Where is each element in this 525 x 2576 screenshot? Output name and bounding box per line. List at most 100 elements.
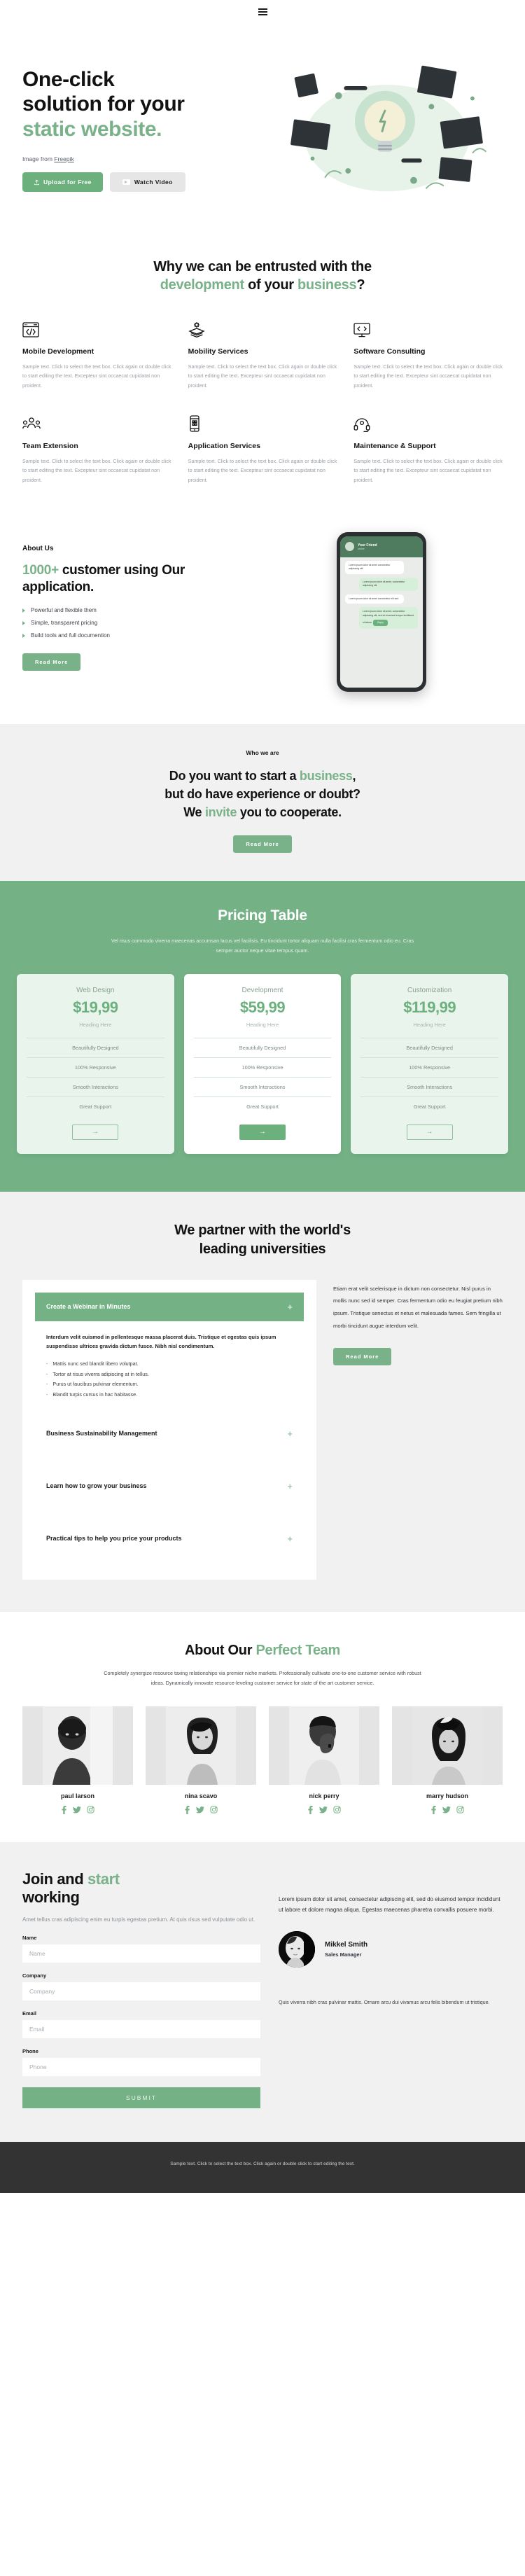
watch-video-button[interactable]: Watch Video — [109, 172, 186, 193]
accordion-header[interactable]: Learn how to grow your business + — [35, 1462, 304, 1510]
pricing-title: Pricing Table — [218, 907, 307, 924]
list-item: Smooth Interactions — [193, 1076, 332, 1096]
feature-body: Sample text. Click to select the text bo… — [22, 363, 172, 389]
feature-card: Maintenance & Support Sample text. Click… — [354, 414, 503, 485]
plan-subheading: Heading Here — [413, 1021, 446, 1028]
list-item: Build tools and full documention — [22, 632, 253, 639]
universities-title: We partner with the world's leading univ… — [22, 1221, 503, 1259]
who-read-more-button[interactable]: Read More — [233, 835, 292, 854]
member-photo — [146, 1706, 256, 1785]
company-input[interactable] — [22, 1982, 260, 2001]
contact-title: Join and start working — [22, 1870, 260, 1907]
contact-form-column: Join and start working Amet tellus cras … — [22, 1870, 260, 2109]
accordion: Create a Webinar in Minutes + Interdum v… — [22, 1279, 316, 1580]
lightbulb-illustration-svg — [290, 65, 487, 192]
features-title: Why we can be entrusted with the develop… — [22, 258, 503, 294]
chat-reply-button[interactable]: Reply — [373, 619, 388, 627]
chat-contact-name: Your Friend — [358, 543, 377, 548]
who-line1-pre: Do you want to start a — [169, 768, 300, 783]
code-window-icon — [22, 319, 172, 337]
team-title-pre: About Our — [185, 1642, 256, 1658]
portrait-photo-woman-2 — [412, 1706, 482, 1785]
accordion-header-open[interactable]: Create a Webinar in Minutes + — [35, 1292, 304, 1321]
facebook-icon[interactable] — [184, 1805, 190, 1814]
team-title-accent: Perfect Team — [255, 1642, 340, 1658]
freepik-link[interactable]: Freepik — [54, 155, 74, 162]
who-line2: but do have experience or doubt? — [164, 786, 360, 801]
field-label: Email — [22, 2010, 37, 2017]
twitter-icon[interactable] — [319, 1806, 328, 1814]
chat-bubble-text: Lorem ipsum dolor sit amet, consectetur … — [363, 610, 414, 624]
instagram-icon[interactable] — [456, 1806, 464, 1814]
contact-info-column: Lorem ipsum dolor sit amet, consectetur … — [279, 1870, 503, 2109]
pricing-section: Pricing Table Vel risus commodo viverra … — [0, 881, 525, 1192]
accordion-header[interactable]: Practical tips to help you price your pr… — [35, 1515, 304, 1563]
list-item-label: Powerful and flexible them — [31, 607, 97, 614]
contact-quote: Lorem ipsum dolor sit amet, consectetur … — [279, 1895, 500, 1914]
upload-for-free-label: Upload for Free — [43, 179, 92, 186]
instagram-icon[interactable] — [87, 1806, 94, 1814]
facebook-icon[interactable] — [307, 1805, 314, 1814]
mobile-app-icon — [188, 414, 337, 432]
about-visual: Your Friend online Lorem ipsum dolor sit… — [260, 531, 503, 692]
feature-body: Sample text. Click to select the text bo… — [188, 457, 337, 483]
about-read-more-button[interactable]: Read More — [22, 653, 81, 671]
member-name: nina scavo — [184, 1792, 218, 1799]
accordion-body: Interdum velit euismod in pellentesque m… — [35, 1321, 304, 1405]
avatar — [279, 1931, 315, 1968]
universities-read-more-button[interactable]: Read More — [333, 1347, 392, 1365]
team-member: nina scavo — [146, 1706, 256, 1814]
layers-gear-icon — [188, 319, 337, 337]
list-item: - Mattis nunc sed blandit libero volutpat… — [46, 1360, 293, 1369]
team-member: paul larson — [22, 1706, 133, 1814]
dash-bullet-icon: - — [46, 1370, 48, 1377]
twitter-icon[interactable] — [73, 1806, 81, 1814]
accordion-header[interactable]: Business Sustainability Management + — [35, 1409, 304, 1458]
field-company: Company — [22, 1972, 260, 2001]
landing-page: One-click solution for your static websi… — [0, 0, 525, 2194]
submit-button[interactable]: SUBMIT — [22, 2087, 260, 2109]
accordion-wrapper: Create a Webinar in Minutes + Interdum v… — [22, 1279, 503, 1580]
feature-title: Maintenance & Support — [354, 441, 436, 450]
features-title-accent1: development — [160, 277, 244, 293]
triangle-bullet-icon — [22, 608, 25, 613]
field-label: Name — [22, 1935, 37, 1942]
plan-cta-button[interactable]: → — [72, 1124, 119, 1140]
pricing-card-featured: Development $59,99 Heading Here Beautifu… — [183, 973, 342, 1154]
field-name: Name — [22, 1935, 260, 1963]
twitter-icon[interactable] — [196, 1806, 204, 1814]
plus-icon[interactable]: + — [287, 1482, 293, 1491]
field-label: Phone — [22, 2048, 38, 2055]
accordion-item: Practical tips to help you price your pr… — [35, 1515, 304, 1563]
accordion-body-bold: Interdum velit euismod in pellentesque m… — [46, 1333, 276, 1350]
universities-side: Etiam erat velit scelerisque in dictum n… — [333, 1280, 503, 1365]
phone-screen: Your Friend online Lorem ipsum dolor sit… — [340, 536, 423, 688]
facebook-icon[interactable] — [430, 1805, 437, 1814]
plan-cta-button[interactable]: → — [239, 1124, 286, 1140]
list-item: Great Support — [360, 1096, 498, 1116]
instagram-icon[interactable] — [210, 1806, 218, 1814]
hamburger-menu-icon[interactable] — [255, 6, 270, 18]
phone-input[interactable] — [22, 2058, 260, 2077]
plan-name: Development — [241, 986, 284, 994]
plus-icon[interactable]: + — [287, 1302, 293, 1311]
facebook-icon[interactable] — [61, 1805, 67, 1814]
twitter-icon[interactable] — [442, 1806, 451, 1814]
member-name: marry hudson — [426, 1792, 468, 1799]
plan-price: $59,99 — [239, 998, 286, 1016]
about-heading: 1000+ customer using Our application. — [22, 562, 253, 596]
plan-cta-button[interactable]: → — [406, 1124, 453, 1140]
accordion-title: Business Sustainability Management — [46, 1429, 158, 1437]
instagram-icon[interactable] — [333, 1806, 341, 1814]
name-input[interactable] — [22, 1944, 260, 1963]
upload-for-free-button[interactable]: Upload for Free — [22, 172, 103, 193]
features-title-mid: of your — [244, 277, 298, 293]
accordion-item: Business Sustainability Management + — [35, 1409, 304, 1458]
plus-icon[interactable]: + — [287, 1429, 293, 1438]
portrait-photo-man-2 — [289, 1706, 359, 1785]
plus-icon[interactable]: + — [287, 1534, 293, 1543]
who-we-are-section: Who we are Do you want to start a busine… — [0, 723, 525, 882]
email-input[interactable] — [22, 2020, 260, 2039]
universities-title-line2: leading universities — [199, 1241, 326, 1257]
pricing-card: Customization $119,99 Heading Here Beaut… — [351, 973, 508, 1154]
